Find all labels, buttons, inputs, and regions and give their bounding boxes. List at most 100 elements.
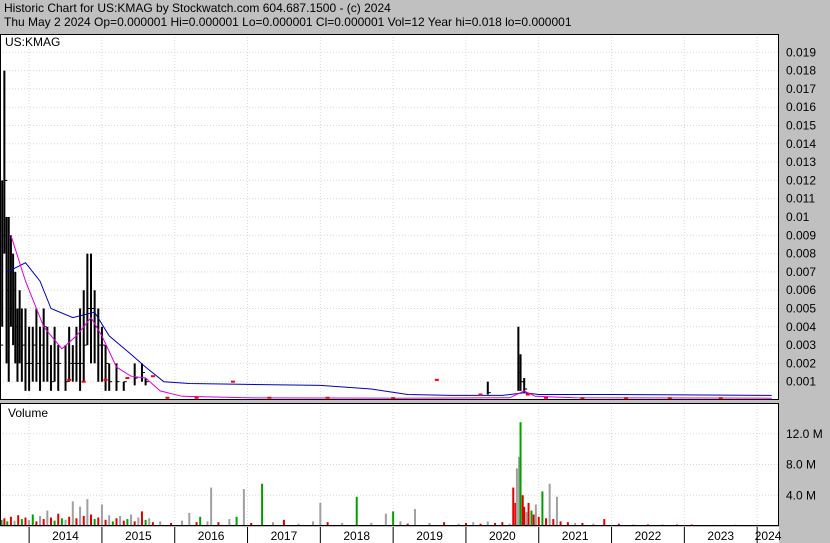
price-marker	[624, 397, 629, 400]
volume-tick-label: 12.0 M	[786, 427, 823, 441]
volume-bar	[199, 516, 202, 526]
year-label: 2019	[416, 529, 443, 543]
date-axis-panel	[0, 527, 779, 543]
price-tick-label: 0.008	[786, 247, 816, 261]
price-tick-label: 0.016	[786, 100, 816, 114]
volume-bar	[82, 516, 85, 526]
volume-bar	[210, 487, 213, 526]
volume-bar	[140, 511, 143, 526]
price-tick-label: 0.001	[786, 375, 816, 389]
price-marker	[580, 397, 585, 400]
volume-bar	[235, 516, 238, 526]
price-tick-label: 0.015	[786, 119, 816, 133]
volume-bar	[100, 504, 103, 526]
price-tick-label: 0.019	[786, 45, 816, 59]
price-tick-label: 0.004	[786, 320, 816, 334]
price-marker	[325, 396, 330, 399]
volume-bar	[46, 510, 49, 526]
volume-bar	[126, 519, 129, 526]
volume-bar	[525, 512, 528, 526]
volume-panel	[0, 403, 779, 526]
price-marker	[718, 397, 723, 400]
year-label: 2020	[489, 529, 516, 543]
volume-bar	[39, 516, 42, 526]
volume-bar	[137, 517, 140, 526]
price-tick-label: 0.006	[786, 283, 816, 297]
price-marker	[267, 396, 272, 399]
price-tick-label: 0.014	[786, 137, 816, 151]
volume-bar	[552, 519, 555, 526]
year-label: 2016	[198, 529, 225, 543]
volume-bar	[545, 518, 548, 526]
volume-bar	[20, 519, 23, 526]
price-marker	[103, 378, 108, 381]
price-marker	[81, 380, 86, 383]
price-marker	[150, 375, 155, 378]
year-label: 2024	[755, 529, 782, 543]
price-tick-label: 0.007	[786, 265, 816, 279]
volume-bar	[242, 489, 245, 526]
volume-bar	[57, 513, 60, 526]
volume-label: Volume	[8, 406, 48, 420]
volume-bar	[515, 468, 518, 526]
volume-bar	[119, 516, 122, 526]
volume-bar	[93, 519, 96, 526]
year-label: 2014	[52, 529, 79, 543]
price-marker	[667, 397, 672, 400]
volume-bar	[68, 516, 71, 526]
volume-bar	[42, 519, 45, 526]
volume-bar	[548, 483, 551, 526]
volume-bar	[71, 501, 74, 526]
volume-bar	[555, 496, 558, 526]
volume-bar	[49, 517, 52, 526]
volume-bar	[530, 510, 533, 526]
volume-bar	[108, 515, 111, 526]
year-label: 2015	[125, 529, 152, 543]
volume-bar	[3, 518, 6, 526]
volume-bar	[31, 514, 34, 526]
price-marker	[434, 378, 439, 381]
price-tick-label: 0.012	[786, 173, 816, 187]
price-marker	[67, 378, 72, 381]
price-tick-label: 0.003	[786, 338, 816, 352]
volume-bar	[319, 502, 322, 526]
volume-bar	[75, 518, 78, 526]
price-marker	[525, 393, 530, 396]
volume-tick-label: 4.0 M	[786, 488, 816, 502]
price-marker	[230, 380, 235, 383]
volume-bar	[523, 506, 526, 526]
price-marker	[478, 393, 483, 396]
volume-bar	[9, 516, 12, 526]
volume-bar	[413, 509, 416, 526]
volume-bar	[115, 518, 118, 526]
price-tick-label: 0.009	[786, 228, 816, 242]
volume-bar	[60, 518, 63, 526]
volume-bar	[188, 512, 191, 526]
volume-bar	[527, 502, 530, 526]
price-marker	[125, 377, 130, 380]
year-label: 2022	[635, 529, 662, 543]
year-label: 2017	[271, 529, 298, 543]
volume-bar	[534, 504, 537, 526]
volume-bar	[97, 517, 100, 526]
year-label: 2021	[562, 529, 589, 543]
volume-bar	[384, 513, 387, 526]
volume-bar	[519, 422, 522, 526]
volume-bar	[532, 514, 535, 526]
volume-bar	[148, 518, 151, 526]
price-marker	[165, 396, 170, 399]
price-tick-label: 0.011	[786, 192, 815, 206]
volume-bar	[261, 483, 264, 526]
volume-bar	[90, 514, 93, 526]
price-tick-label: 0.017	[786, 82, 816, 96]
volume-bar	[537, 516, 540, 526]
volume-bar	[130, 514, 133, 526]
price-tick-label: 0.013	[786, 155, 816, 169]
volume-bar	[79, 506, 82, 526]
volume-bar	[541, 491, 544, 526]
volume-tick-label: 8.0 M	[786, 458, 816, 472]
stock-chart: 0.0190.0180.0170.0160.0150.0140.0130.012…	[0, 34, 823, 543]
year-label: 2018	[343, 529, 370, 543]
volume-bar	[355, 496, 358, 526]
price-tick-label: 0.005	[786, 302, 816, 316]
